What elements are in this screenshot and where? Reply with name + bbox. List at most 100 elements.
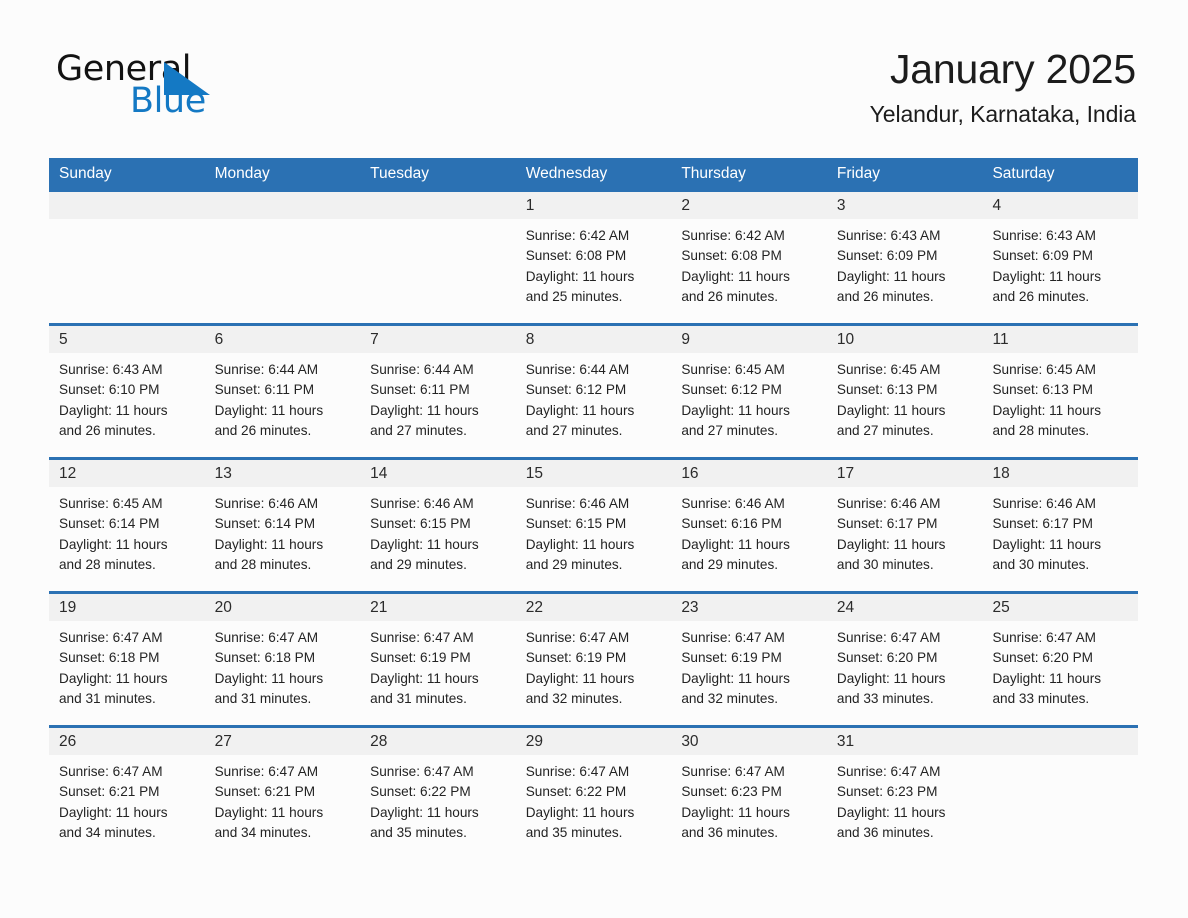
day-number[interactable]: 28 [360,728,516,755]
day-cell[interactable]: Sunrise: 6:47 AM Sunset: 6:23 PM Dayligh… [827,755,983,859]
day-cell[interactable]: Sunrise: 6:47 AM Sunset: 6:19 PM Dayligh… [516,621,672,725]
day-number[interactable]: 21 [360,594,516,621]
day-number[interactable]: 24 [827,594,983,621]
day-number[interactable]: 12 [49,460,205,487]
day-number[interactable]: 8 [516,326,672,353]
daylight-text-line1: Daylight: 11 hours [59,536,168,552]
sunrise-text: Sunrise: 6:47 AM [370,630,474,645]
day-number[interactable]: 23 [671,594,827,621]
daylight-text-line2: and 33 minutes. [836,690,934,706]
day-cell[interactable]: Sunrise: 6:42 AM Sunset: 6:08 PM Dayligh… [516,219,672,323]
sunset-text: Sunset: 6:21 PM [59,784,160,800]
day-cell[interactable]: Sunrise: 6:43 AM Sunset: 6:09 PM Dayligh… [827,219,983,323]
day-cell[interactable]: Sunrise: 6:46 AM Sunset: 6:15 PM Dayligh… [360,487,516,591]
day-number[interactable]: 9 [671,326,827,353]
day-number[interactable] [982,728,1138,755]
daylight-text-line1: Daylight: 11 hours [836,804,946,820]
daylight-text-line2: and 33 minutes. [992,690,1090,706]
day-cell[interactable]: Sunrise: 6:46 AM Sunset: 6:17 PM Dayligh… [827,487,983,591]
day-number[interactable]: 30 [671,728,827,755]
daylight-text-line2: and 31 minutes. [370,690,467,706]
day-cell[interactable]: Sunrise: 6:45 AM Sunset: 6:13 PM Dayligh… [982,353,1138,457]
day-number[interactable]: 2 [671,192,827,219]
day-number[interactable]: 18 [982,460,1138,487]
day-number[interactable]: 27 [205,728,361,755]
daylight-text-line1: Daylight: 11 hours [836,536,946,552]
day-cell[interactable]: Sunrise: 6:46 AM Sunset: 6:16 PM Dayligh… [671,487,827,591]
sunset-text: Sunset: 6:21 PM [214,784,316,800]
day-number[interactable]: 7 [360,326,516,353]
day-cell[interactable]: Sunrise: 6:47 AM Sunset: 6:19 PM Dayligh… [671,621,827,725]
day-cell[interactable]: Sunrise: 6:44 AM Sunset: 6:12 PM Dayligh… [516,353,672,457]
sunset-text: Sunset: 6:19 PM [525,650,627,666]
week-info-band: Sunrise: 6:43 AM Sunset: 6:10 PM Dayligh… [49,353,1138,457]
week-row: 26 27 28 29 30 31 Sunrise: 6:47 AM Sunse… [49,725,1138,859]
day-cell[interactable]: Sunrise: 6:47 AM Sunset: 6:19 PM Dayligh… [360,621,516,725]
day-number[interactable] [205,192,361,219]
day-number[interactable]: 26 [49,728,205,755]
sunset-text: Sunset: 6:08 PM [525,248,627,264]
day-number[interactable]: 25 [982,594,1138,621]
day-cell[interactable] [49,219,205,323]
daylight-text-line2: and 25 minutes. [525,288,623,304]
day-number[interactable]: 31 [827,728,983,755]
day-cell[interactable]: Sunrise: 6:47 AM Sunset: 6:18 PM Dayligh… [49,621,205,725]
day-cell[interactable]: Sunrise: 6:47 AM Sunset: 6:23 PM Dayligh… [671,755,827,859]
general-blue-logo[interactable]: General Blue [56,50,286,120]
week-daynumber-band: 12 13 14 15 16 17 18 [49,460,1138,487]
day-number[interactable]: 6 [205,326,361,353]
day-number[interactable]: 17 [827,460,983,487]
day-number[interactable]: 10 [827,326,983,353]
day-number[interactable] [49,192,205,219]
day-cell[interactable] [982,755,1138,859]
day-cell[interactable] [205,219,361,323]
day-cell[interactable]: Sunrise: 6:45 AM Sunset: 6:12 PM Dayligh… [671,353,827,457]
sunrise-text: Sunrise: 6:47 AM [59,630,163,645]
daylight-text-line1: Daylight: 11 hours [525,804,635,820]
daylight-text-line1: Daylight: 11 hours [681,670,790,686]
day-cell[interactable]: Sunrise: 6:47 AM Sunset: 6:21 PM Dayligh… [49,755,205,859]
daylight-text-line1: Daylight: 11 hours [525,536,635,552]
daylight-text-line2: and 36 minutes. [836,824,934,840]
day-cell[interactable]: Sunrise: 6:47 AM Sunset: 6:22 PM Dayligh… [360,755,516,859]
day-number[interactable]: 4 [982,192,1138,219]
weekday-header-monday: Monday [214,165,270,182]
day-cell[interactable] [360,219,516,323]
day-cell[interactable]: Sunrise: 6:43 AM Sunset: 6:09 PM Dayligh… [982,219,1138,323]
day-cell[interactable]: Sunrise: 6:47 AM Sunset: 6:21 PM Dayligh… [205,755,361,859]
day-number[interactable]: 3 [827,192,983,219]
day-cell[interactable]: Sunrise: 6:43 AM Sunset: 6:10 PM Dayligh… [49,353,205,457]
day-cell[interactable]: Sunrise: 6:46 AM Sunset: 6:17 PM Dayligh… [982,487,1138,591]
day-number[interactable]: 14 [360,460,516,487]
day-number[interactable]: 22 [516,594,672,621]
day-number[interactable]: 20 [205,594,361,621]
day-number[interactable]: 5 [49,326,205,353]
day-number[interactable]: 16 [671,460,827,487]
day-number[interactable]: 19 [49,594,205,621]
week-daynumber-band: 1 2 3 4 [49,192,1138,219]
day-number[interactable]: 13 [205,460,361,487]
day-cell[interactable]: Sunrise: 6:47 AM Sunset: 6:20 PM Dayligh… [827,621,983,725]
day-cell[interactable]: Sunrise: 6:45 AM Sunset: 6:14 PM Dayligh… [49,487,205,591]
day-cell[interactable]: Sunrise: 6:44 AM Sunset: 6:11 PM Dayligh… [360,353,516,457]
sunrise-text: Sunrise: 6:44 AM [370,362,474,377]
day-number[interactable]: 1 [516,192,672,219]
day-number[interactable] [360,192,516,219]
daylight-text-line2: and 35 minutes. [525,824,623,840]
day-cell[interactable]: Sunrise: 6:44 AM Sunset: 6:11 PM Dayligh… [205,353,361,457]
sunrise-text: Sunrise: 6:47 AM [59,764,163,779]
sunset-text: Sunset: 6:10 PM [59,382,160,398]
day-cell[interactable]: Sunrise: 6:46 AM Sunset: 6:14 PM Dayligh… [205,487,361,591]
day-number[interactable]: 11 [982,326,1138,353]
day-cell[interactable]: Sunrise: 6:46 AM Sunset: 6:15 PM Dayligh… [516,487,672,591]
day-cell[interactable]: Sunrise: 6:45 AM Sunset: 6:13 PM Dayligh… [827,353,983,457]
day-cell[interactable]: Sunrise: 6:47 AM Sunset: 6:18 PM Dayligh… [205,621,361,725]
day-cell[interactable]: Sunrise: 6:42 AM Sunset: 6:08 PM Dayligh… [671,219,827,323]
sunset-text: Sunset: 6:19 PM [681,650,782,666]
sunset-text: Sunset: 6:12 PM [681,382,782,398]
day-cell[interactable]: Sunrise: 6:47 AM Sunset: 6:22 PM Dayligh… [516,755,672,859]
day-number[interactable]: 29 [516,728,672,755]
day-cell[interactable]: Sunrise: 6:47 AM Sunset: 6:20 PM Dayligh… [982,621,1138,725]
day-number[interactable]: 15 [516,460,672,487]
daylight-text-line1: Daylight: 11 hours [836,268,946,284]
